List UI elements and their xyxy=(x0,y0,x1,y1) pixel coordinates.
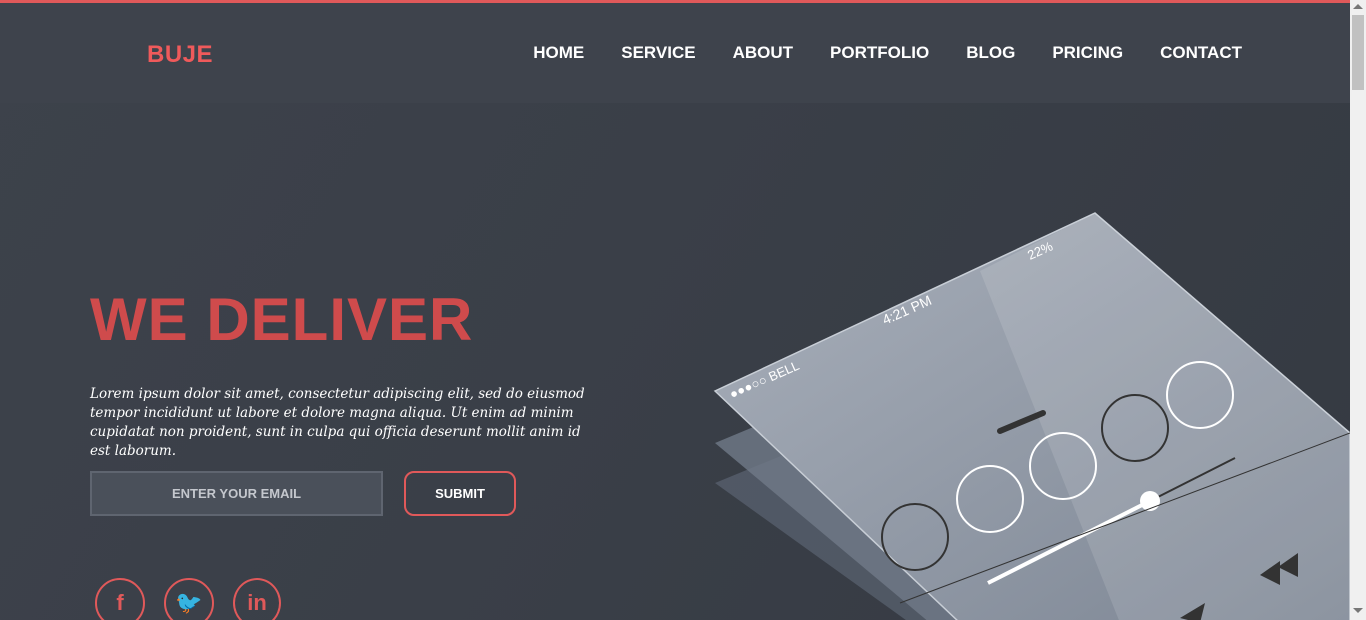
nav-item-about[interactable]: ABOUT xyxy=(733,43,793,63)
hero-text: Lorem ipsum dolor sit amet, consectetur … xyxy=(90,386,585,459)
main-nav: HOME SERVICE ABOUT PORTFOLIO BLOG PRICIN… xyxy=(533,43,1242,63)
page: BUJE HOME SERVICE ABOUT PORTFOLIO BLOG P… xyxy=(0,3,1350,620)
scroll-up-icon[interactable] xyxy=(1353,4,1363,9)
logo[interactable]: BUJE xyxy=(147,41,213,69)
navbar: BUJE HOME SERVICE ABOUT PORTFOLIO BLOG P… xyxy=(0,3,1350,103)
scroll-down-icon[interactable] xyxy=(1353,608,1363,613)
nav-item-pricing[interactable]: PRICING xyxy=(1052,43,1123,63)
nav-item-home[interactable]: HOME xyxy=(533,43,584,63)
nav-item-blog[interactable]: BLOG xyxy=(966,43,1015,63)
scrollbar[interactable] xyxy=(1350,0,1366,620)
facebook-icon[interactable]: f xyxy=(95,578,145,620)
phone-mockup-image: ●●●○○ BELL 4:21 PM 22% xyxy=(713,212,1350,620)
nav-item-service[interactable]: SERVICE xyxy=(621,43,695,63)
nav-item-contact[interactable]: CONTACT xyxy=(1160,43,1242,63)
nav-item-portfolio[interactable]: PORTFOLIO xyxy=(830,43,929,63)
scrollbar-thumb[interactable] xyxy=(1352,15,1364,90)
twitter-icon[interactable]: 🐦 xyxy=(164,578,214,620)
submit-button[interactable]: SUBMIT xyxy=(404,471,516,516)
social-links: f 🐦 in xyxy=(95,578,281,620)
linkedin-icon[interactable]: in xyxy=(233,578,281,620)
email-input[interactable] xyxy=(90,471,383,516)
hero-title: WE DELIVER xyxy=(90,286,474,353)
